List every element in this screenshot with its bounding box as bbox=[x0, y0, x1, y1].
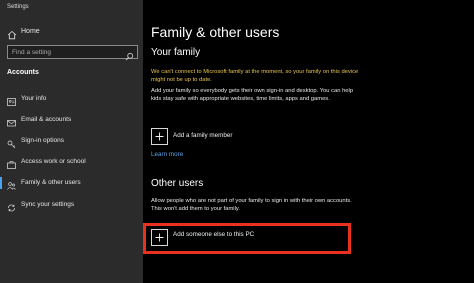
sidebar-item-email-accounts[interactable]: Email & accounts bbox=[0, 111, 143, 129]
main-panel: Family & other users Your family We can'… bbox=[143, 0, 474, 283]
your-family-heading: Your family bbox=[151, 47, 201, 58]
window-title: Settings bbox=[7, 4, 29, 10]
sidebar-item-label: Sign-in options bbox=[21, 137, 64, 144]
sidebar-item-label: Family & other users bbox=[21, 179, 81, 186]
sidebar-item-label: Home bbox=[21, 28, 40, 35]
family-icon bbox=[7, 178, 16, 190]
briefcase-icon bbox=[7, 157, 16, 169]
sync-icon bbox=[7, 200, 16, 212]
family-description: Add your family so everybody gets their … bbox=[151, 88, 354, 103]
add-someone-else-label: Add someone else to this PC bbox=[173, 231, 255, 238]
search-icon[interactable] bbox=[125, 48, 134, 61]
person-card-icon bbox=[7, 94, 16, 106]
other-users-heading: Other users bbox=[151, 178, 204, 189]
sidebar-item-sign-in-options[interactable]: Sign-in options bbox=[0, 132, 143, 150]
sidebar-item-your-info[interactable]: Your info bbox=[0, 90, 143, 108]
sidebar-item-label: Your info bbox=[21, 95, 47, 102]
plus-icon bbox=[151, 229, 168, 246]
other-users-description: Allow people who are not part of your fa… bbox=[151, 198, 352, 213]
sidebar: Settings Home Find a setting Accounts Yo… bbox=[0, 0, 143, 283]
search-input[interactable]: Find a setting bbox=[7, 45, 138, 61]
home-icon bbox=[7, 27, 17, 40]
sidebar-item-label: Access work or school bbox=[21, 158, 86, 165]
sidebar-item-label: Sync your settings bbox=[21, 201, 75, 208]
sidebar-item-home[interactable]: Home bbox=[0, 24, 143, 40]
sidebar-item-sync[interactable]: Sync your settings bbox=[0, 196, 143, 214]
mail-icon bbox=[7, 115, 16, 127]
add-family-member-button[interactable]: Add a family member bbox=[151, 128, 346, 150]
family-warning-text: We can't connect to Microsoft family at … bbox=[151, 69, 359, 84]
page-title: Family & other users bbox=[151, 24, 280, 40]
add-family-member-label: Add a family member bbox=[173, 132, 233, 139]
sidebar-item-access-work[interactable]: Access work or school bbox=[0, 153, 143, 171]
plus-icon bbox=[151, 128, 168, 145]
sidebar-item-family[interactable]: Family & other users bbox=[0, 174, 143, 192]
learn-more-link[interactable]: Learn more bbox=[151, 151, 183, 158]
search-placeholder: Find a setting bbox=[12, 49, 52, 56]
add-someone-else-button[interactable]: Add someone else to this PC bbox=[151, 229, 346, 251]
key-icon bbox=[7, 136, 16, 149]
section-heading: Accounts bbox=[7, 69, 39, 76]
sidebar-item-label: Email & accounts bbox=[21, 116, 72, 123]
